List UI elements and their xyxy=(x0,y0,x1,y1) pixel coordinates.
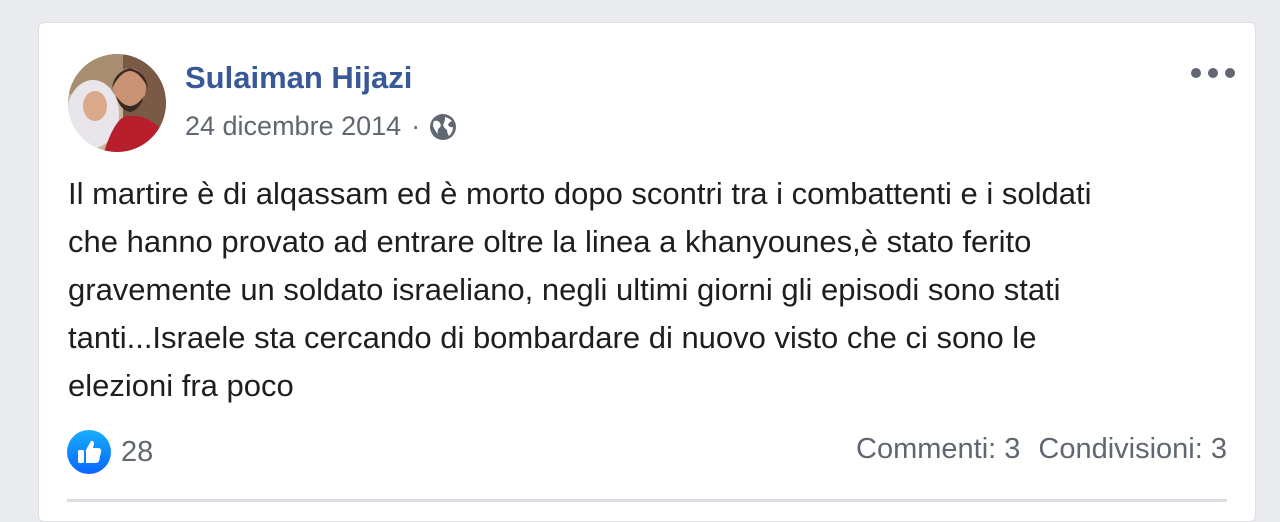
divider xyxy=(67,499,1227,502)
shares-count-link[interactable]: Condivisioni: 3 xyxy=(1038,433,1227,466)
post-meta: 24 dicembre 2014 · xyxy=(185,111,458,142)
stats-spacer xyxy=(1020,433,1038,466)
more-dot-icon xyxy=(1191,68,1201,78)
profile-photo xyxy=(68,54,166,152)
comments-count-link[interactable]: Commenti: 3 xyxy=(856,433,1020,466)
like-count: 28 xyxy=(121,435,154,468)
author-name[interactable]: Sulaiman Hijazi xyxy=(185,60,412,96)
post-text-line: elezioni fra poco xyxy=(68,368,294,403)
post-stats: Commenti: 3 Condivisioni: 3 xyxy=(856,433,1227,466)
post-text-line: che hanno provato ad entrare oltre la li… xyxy=(68,224,1032,259)
post-text-line: tanti...Israele sta cercando di bombarda… xyxy=(68,320,1037,355)
more-dot-icon xyxy=(1225,68,1235,78)
post-text-line: Il martire è di alqassam ed è morto dopo… xyxy=(68,176,1092,211)
post-date[interactable]: 24 dicembre 2014 xyxy=(185,111,401,142)
more-options-icon[interactable] xyxy=(1191,63,1235,83)
globe-icon[interactable] xyxy=(428,112,458,142)
post-card: Sulaiman Hijazi 24 dicembre 2014 · Il ma… xyxy=(38,22,1256,522)
like-icon xyxy=(67,430,111,474)
more-dot-icon xyxy=(1208,68,1218,78)
reactions-summary[interactable]: 28 xyxy=(67,430,153,474)
meta-separator: · xyxy=(411,111,421,141)
post-text: Il martire è di alqassam ed è morto dopo… xyxy=(68,170,1238,410)
avatar[interactable] xyxy=(68,54,166,152)
post-text-line: gravemente un soldato israeliano, negli … xyxy=(68,272,1061,307)
